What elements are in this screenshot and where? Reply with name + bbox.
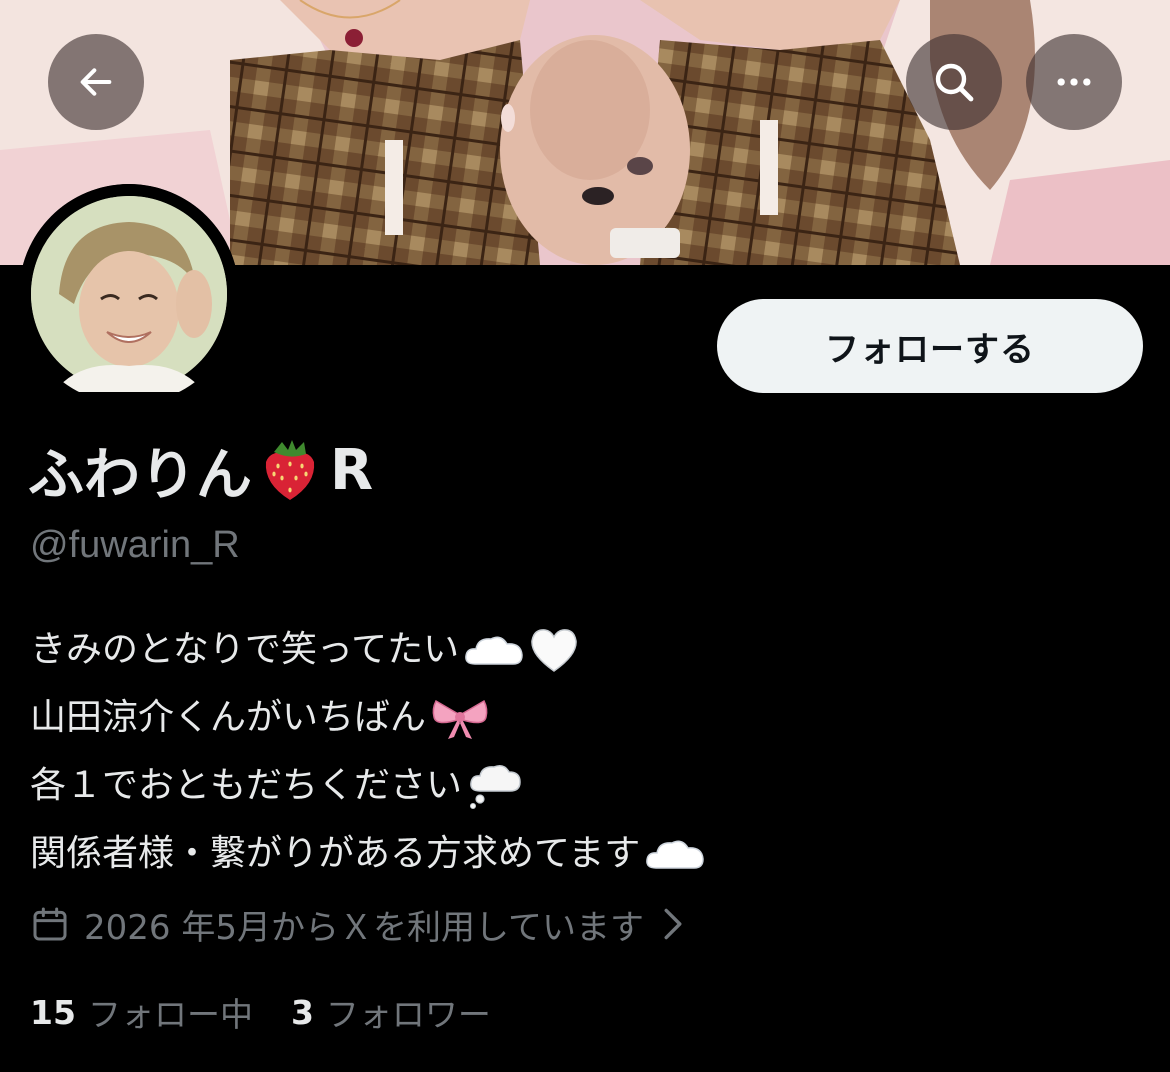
white-heart-emoji bbox=[529, 627, 579, 673]
back-button[interactable] bbox=[48, 34, 144, 130]
avatar-image bbox=[19, 184, 239, 404]
cloud-emoji bbox=[463, 630, 525, 670]
bio-line: 関係者様・繋がりがある方求めてます bbox=[30, 820, 706, 888]
following-link[interactable]: 15 フォロー中 bbox=[30, 988, 253, 1036]
calendar-icon bbox=[30, 904, 70, 944]
chevron-right-icon bbox=[662, 907, 684, 941]
follow-button[interactable]: フォローする bbox=[717, 299, 1143, 393]
bio-line: 各１でおともだちください bbox=[30, 752, 706, 820]
followers-link[interactable]: 3 フォロワー bbox=[291, 988, 491, 1036]
following-count: 15 bbox=[30, 992, 76, 1032]
strawberry-emoji bbox=[260, 438, 320, 502]
more-horizontal-icon bbox=[1057, 78, 1091, 86]
handle: @fuwarin_R bbox=[30, 524, 240, 566]
cloud-emoji bbox=[644, 834, 706, 874]
follow-stats: 15 フォロー中 3 フォロワー bbox=[30, 984, 529, 1040]
followers-label: フォロワー bbox=[325, 995, 491, 1034]
bio: きみのとなりで笑ってたい 山田涼介くんがいちばん 各１でおともだちください 関係… bbox=[30, 616, 706, 888]
display-name-suffix: R bbox=[330, 437, 374, 503]
more-button[interactable] bbox=[1026, 34, 1122, 130]
followers-count: 3 bbox=[290, 992, 314, 1032]
search-button[interactable] bbox=[906, 34, 1002, 130]
joined-date[interactable]: 2026 年5月からＸを利用しています bbox=[30, 896, 684, 952]
bio-text: 関係者様・繋がりがある方求めてます bbox=[30, 833, 641, 874]
display-name: ふわりん R bbox=[28, 430, 373, 510]
joined-text: 2026 年5月からＸを利用しています bbox=[84, 907, 644, 948]
arrow-left-icon bbox=[80, 68, 112, 96]
search-icon bbox=[935, 63, 974, 102]
bio-text: 山田涼介くんがいちばん bbox=[30, 697, 427, 738]
thought-balloon-emoji bbox=[466, 761, 522, 811]
bio-text: 各１でおともだちください bbox=[30, 765, 463, 806]
bio-text: きみのとなりで笑ってたい bbox=[30, 629, 460, 670]
ribbon-emoji bbox=[430, 695, 490, 741]
bio-line: 山田涼介くんがいちばん bbox=[30, 684, 706, 752]
following-label: フォロー中 bbox=[87, 995, 253, 1034]
display-name-text: ふわりん bbox=[28, 442, 252, 508]
bio-line: きみのとなりで笑ってたい bbox=[30, 616, 706, 684]
avatar[interactable] bbox=[19, 184, 239, 404]
